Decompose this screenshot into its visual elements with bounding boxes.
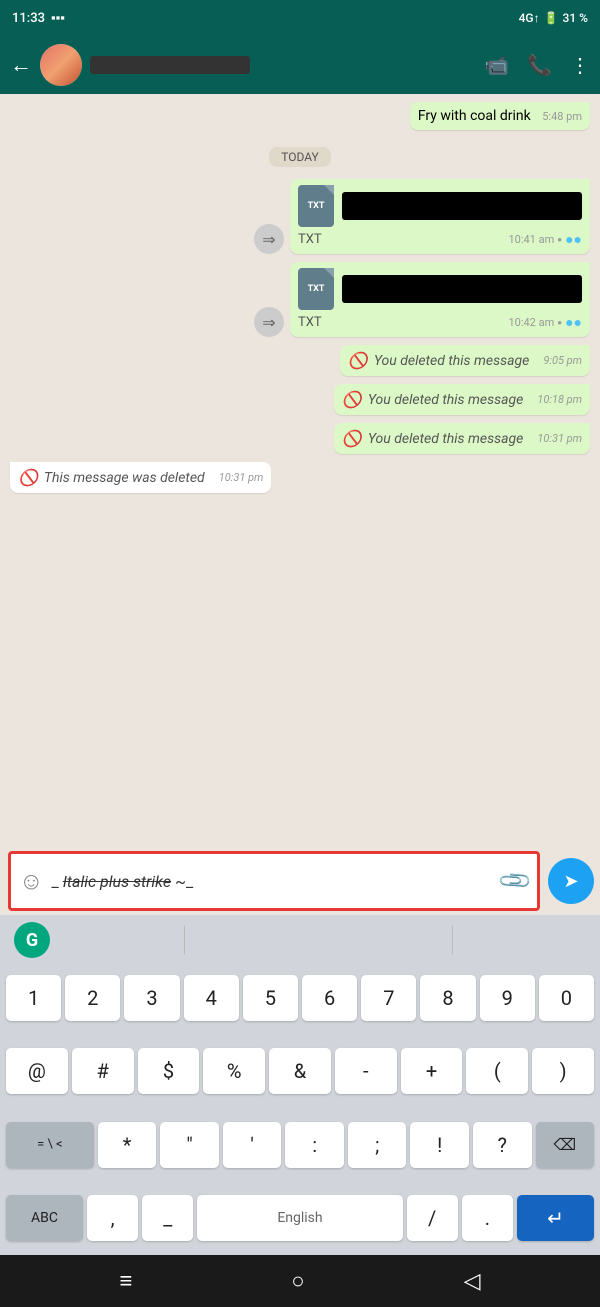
key-5[interactable]: 5 [243, 975, 298, 1021]
header-icons: 📹 📞 ⋮ [484, 53, 590, 77]
table-row: 🚫 You deleted this message 10:31 pm [10, 423, 590, 454]
key-open-paren[interactable]: ( [466, 1048, 528, 1094]
send-button[interactable]: ➤ [548, 858, 594, 904]
keyboard: G 1 2 3 4 5 6 7 8 9 0 @ # $ % & - + ( ) … [0, 915, 600, 1255]
key-dquote[interactable]: " [160, 1122, 219, 1168]
key-4[interactable]: 4 [184, 975, 239, 1021]
keyboard-row-bottom: ABC , _ English / . ↵ [4, 1182, 596, 1256]
key-question[interactable]: ? [473, 1122, 532, 1168]
key-close-paren[interactable]: ) [532, 1048, 594, 1094]
key-8[interactable]: 8 [420, 975, 475, 1021]
key-colon[interactable]: : [285, 1122, 344, 1168]
backspace-key[interactable]: ⌫ [536, 1122, 595, 1168]
key-at[interactable]: @ [6, 1048, 68, 1094]
keyboard-row-numbers: 1 2 3 4 5 6 7 8 9 0 [4, 961, 596, 1035]
battery-icon: 🔋 [544, 11, 559, 25]
key-dollar[interactable]: $ [138, 1048, 200, 1094]
key-6[interactable]: 6 [302, 975, 357, 1021]
network-label: 4G↑ [519, 11, 540, 25]
key-7[interactable]: 7 [361, 975, 416, 1021]
time-display: 11:33 [12, 11, 45, 26]
table-row: ⇒ TXT TXT 10:42 am ● ●● [10, 262, 590, 337]
key-minus[interactable]: - [335, 1048, 397, 1094]
contact-name [90, 56, 250, 74]
deleted-msg-2: 🚫 You deleted this message 10:18 pm [334, 384, 590, 415]
key-0[interactable]: 0 [539, 975, 594, 1021]
key-underscore[interactable]: _ [142, 1195, 193, 1241]
key-semicolon[interactable]: ; [348, 1122, 407, 1168]
table-row: ⇒ TXT TXT 10:41 am ● ●● [10, 179, 590, 254]
key-plus[interactable]: + [401, 1048, 463, 1094]
file-name-redacted [342, 192, 582, 220]
txt-file-icon-2: TXT [298, 268, 334, 310]
date-divider: TODAY [269, 146, 331, 165]
nav-menu-button[interactable]: ≡ [119, 1268, 132, 1294]
deleted-msg-received: 🚫 This message was deleted 10:31 pm [10, 462, 271, 493]
video-call-button[interactable]: 📹 [484, 53, 509, 77]
emoji-button[interactable]: ☺ [19, 867, 44, 896]
key-abc[interactable]: ABC [6, 1195, 83, 1241]
grammarly-button[interactable]: G [14, 922, 50, 958]
key-space-english[interactable]: English [197, 1195, 402, 1241]
keyboard-row-symbols2: = \ < * " ' : ; ! ? ⌫ [4, 1108, 596, 1182]
key-comma[interactable]: , [87, 1195, 138, 1241]
more-options-button[interactable]: ⋮ [570, 53, 590, 77]
table-row: 🚫 You deleted this message 10:18 pm [10, 384, 590, 415]
key-enter[interactable]: ↵ [517, 1195, 594, 1241]
table-row: 🚫 This message was deleted 10:31 pm [10, 462, 590, 493]
toolbar-divider-2 [452, 926, 453, 954]
key-1[interactable]: 1 [6, 975, 61, 1021]
status-bar: 11:33 ▪▪▪ 4G↑ 🔋 31 % [0, 0, 600, 36]
file-name-redacted-2 [342, 275, 582, 303]
nav-back-button[interactable]: ◁ [464, 1269, 481, 1294]
key-period[interactable]: . [462, 1195, 513, 1241]
key-percent[interactable]: % [203, 1048, 265, 1094]
file-message-1: TXT TXT 10:41 am ● ●● [290, 179, 590, 254]
toolbar-divider-1 [184, 926, 185, 954]
key-3[interactable]: 3 [124, 975, 179, 1021]
table-row: 🚫 You deleted this message 9:05 pm [10, 345, 590, 376]
key-ampersand[interactable]: & [269, 1048, 331, 1094]
message-input[interactable]: _ Italic plus strike ~_ [52, 872, 494, 891]
chat-header: ← 📹 📞 ⋮ [0, 36, 600, 94]
file-message-2: TXT TXT 10:42 am ● ●● [290, 262, 590, 337]
bottom-nav: ≡ ○ ◁ [0, 1255, 600, 1307]
forward-icon-2[interactable]: ⇒ [254, 307, 284, 337]
key-asterisk[interactable]: * [98, 1122, 157, 1168]
back-button[interactable]: ← [10, 52, 32, 78]
key-2[interactable]: 2 [65, 975, 120, 1021]
send-icon: ➤ [563, 871, 578, 892]
forward-icon[interactable]: ⇒ [254, 224, 284, 254]
phone-call-button[interactable]: 📞 [527, 53, 552, 77]
nav-home-button[interactable]: ○ [291, 1268, 304, 1294]
battery-label: 31 % [563, 11, 588, 25]
key-exclaim[interactable]: ! [410, 1122, 469, 1168]
keyboard-row-symbols1: @ # $ % & - + ( ) [4, 1035, 596, 1109]
prev-message: Fry with coal drink 5:48 pm [410, 102, 590, 130]
message-input-bar[interactable]: ☺ _ Italic plus strike ~_ 📎 [8, 851, 540, 911]
key-9[interactable]: 9 [480, 975, 535, 1021]
deleted-msg-3: 🚫 You deleted this message 10:31 pm [334, 423, 590, 454]
signal-icon: ▪▪▪ [51, 10, 65, 26]
chat-body: Fry with coal drink 5:48 pm TODAY ⇒ TXT … [0, 94, 600, 847]
key-equals-backslash[interactable]: = \ < [6, 1122, 94, 1168]
keyboard-toolbar: G [4, 919, 596, 961]
txt-file-icon: TXT [298, 185, 334, 227]
avatar[interactable] [40, 44, 82, 86]
key-squote[interactable]: ' [223, 1122, 282, 1168]
key-hash[interactable]: # [72, 1048, 134, 1094]
attach-button[interactable]: 📎 [497, 862, 534, 899]
key-slash[interactable]: / [407, 1195, 458, 1241]
deleted-msg-1: 🚫 You deleted this message 9:05 pm [340, 345, 590, 376]
